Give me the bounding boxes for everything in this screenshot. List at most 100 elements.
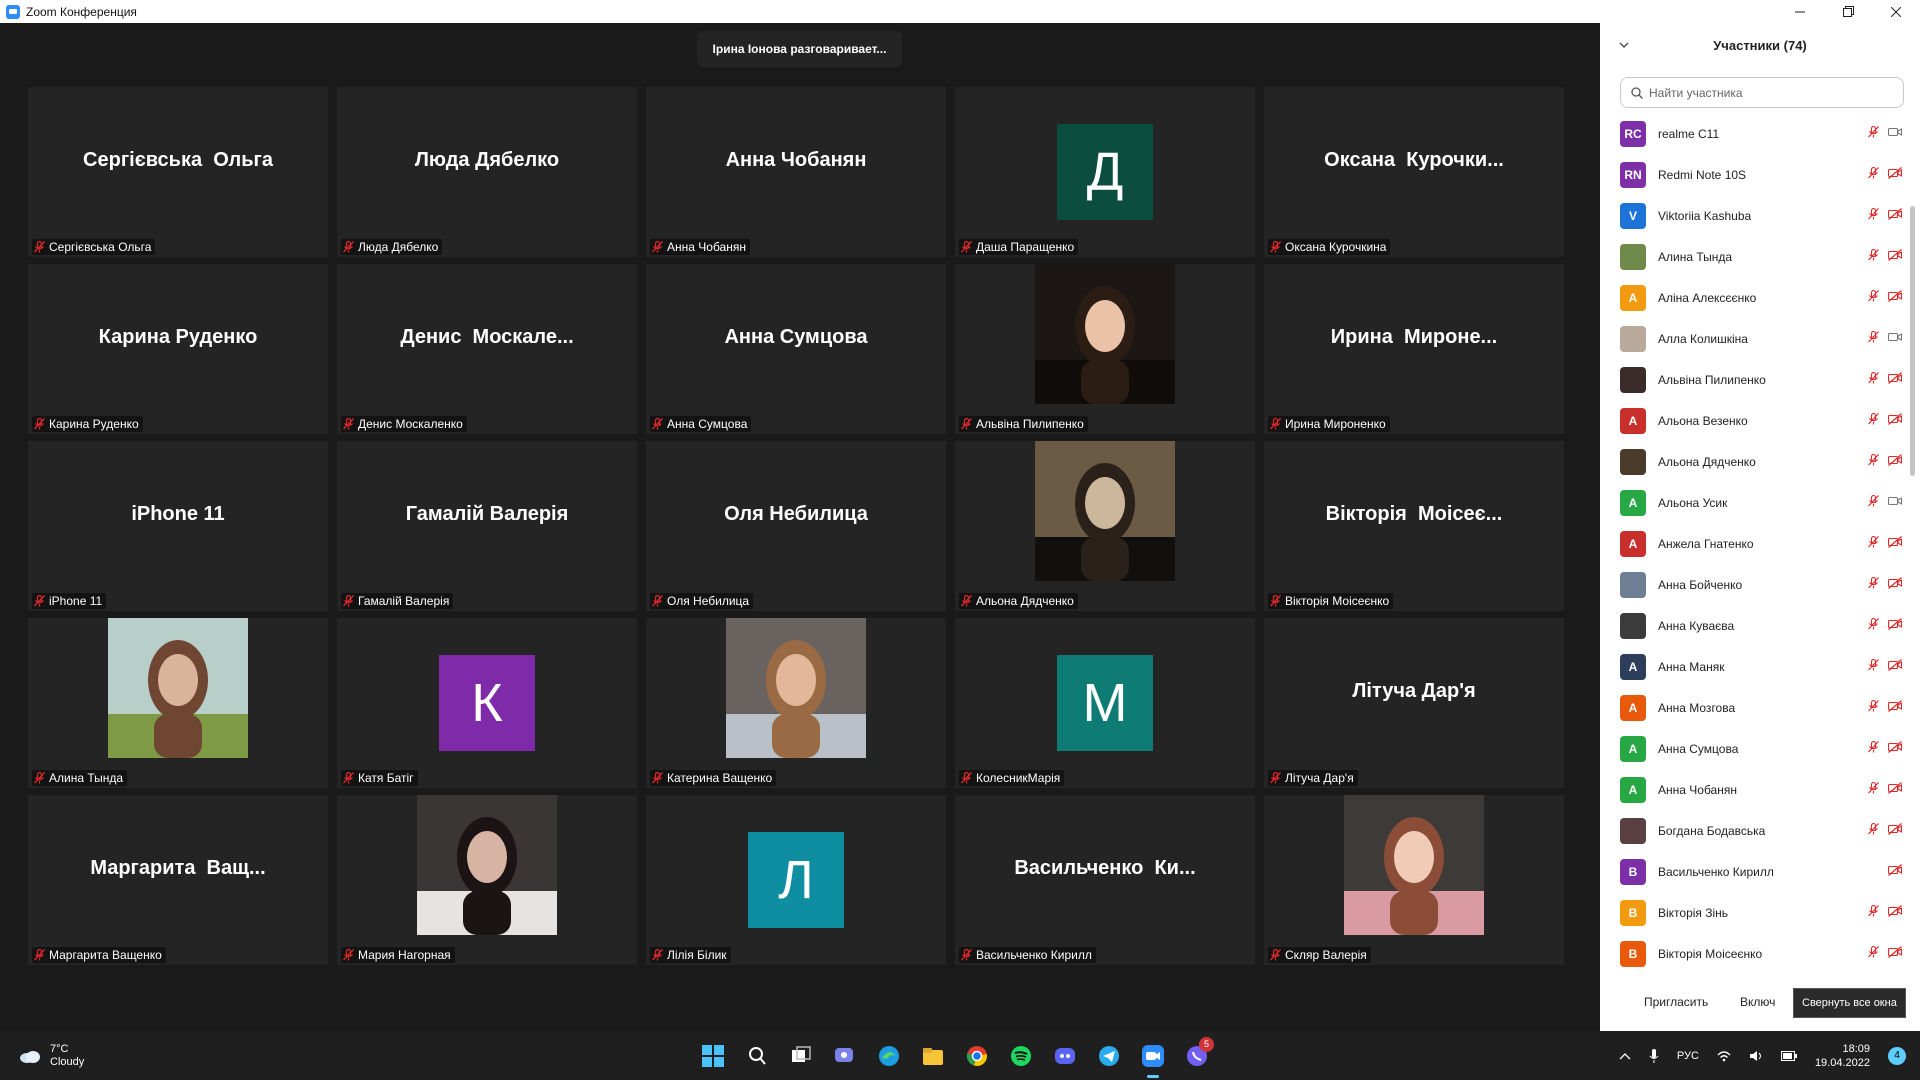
participant-row[interactable]: А Альона Усик xyxy=(1600,482,1910,523)
video-tile[interactable]: Скляр Валерія xyxy=(1264,795,1564,965)
video-tile[interactable]: Д Даша Паращенко xyxy=(955,87,1255,257)
weather-widget[interactable]: 7°C Cloudy xyxy=(18,1043,84,1069)
video-tile[interactable]: Денис Москале... Денис Москаленко xyxy=(337,264,637,434)
mic-muted-icon[interactable] xyxy=(1868,208,1879,220)
video-off-icon[interactable] xyxy=(1888,454,1902,466)
video-off-icon[interactable] xyxy=(1888,823,1902,835)
participant-row[interactable]: А Анжела Гнатенко xyxy=(1600,523,1910,564)
microphone-icon[interactable] xyxy=(1649,1048,1659,1063)
participant-search[interactable] xyxy=(1620,77,1904,108)
mic-muted-icon[interactable] xyxy=(1868,782,1879,794)
participant-row[interactable]: RC realme C11 xyxy=(1600,113,1910,154)
video-tile[interactable]: Катерина Ващенко xyxy=(646,618,946,788)
spotify-icon[interactable] xyxy=(1006,1041,1036,1071)
wifi-icon[interactable] xyxy=(1717,1050,1731,1062)
mic-muted-icon[interactable] xyxy=(1868,946,1879,958)
video-tile[interactable]: Л Лілія Білик xyxy=(646,795,946,965)
restore-button[interactable] xyxy=(1824,0,1872,23)
video-tile[interactable]: Гамалій Валерія Гамалій Валерія xyxy=(337,441,637,611)
participant-row[interactable]: Анна Бойченко xyxy=(1600,564,1910,605)
video-tile[interactable]: М КолесникМарія xyxy=(955,618,1255,788)
file-explorer-icon[interactable] xyxy=(918,1041,948,1071)
video-off-icon[interactable] xyxy=(1888,536,1902,548)
participant-row[interactable]: Алла Колишкіна xyxy=(1600,318,1910,359)
video-off-icon[interactable] xyxy=(1888,208,1902,220)
video-tile[interactable]: Анна Сумцова Анна Сумцова xyxy=(646,264,946,434)
participant-row[interactable]: А Анна Маняк xyxy=(1600,646,1910,687)
video-tile[interactable]: Оксана Курочки... Оксана Курочкина xyxy=(1264,87,1564,257)
mic-muted-icon[interactable] xyxy=(1868,577,1879,589)
mic-muted-icon[interactable] xyxy=(1868,167,1879,179)
video-off-icon[interactable] xyxy=(1888,167,1902,179)
video-tile[interactable]: Сергієвська Ольга Сергієвська Ольга xyxy=(28,87,328,257)
teams-chat-icon[interactable] xyxy=(830,1041,860,1071)
video-tile[interactable]: Літуча Дар'я Літуча Дар'я xyxy=(1264,618,1564,788)
mic-muted-icon[interactable] xyxy=(1868,495,1879,507)
video-tile[interactable]: Анна Чобанян Анна Чобанян xyxy=(646,87,946,257)
mic-muted-icon[interactable] xyxy=(1868,454,1879,466)
video-tile[interactable]: Мария Нагорная xyxy=(337,795,637,965)
minimize-button[interactable] xyxy=(1776,0,1824,23)
mic-muted-icon[interactable] xyxy=(1868,823,1879,835)
video-tile[interactable]: Оля Небилица Оля Небилица xyxy=(646,441,946,611)
mic-muted-icon[interactable] xyxy=(1868,618,1879,630)
participant-row[interactable]: В Васильченко Кирилл xyxy=(1600,851,1910,892)
mic-muted-icon[interactable] xyxy=(1868,905,1879,917)
search-input[interactable] xyxy=(1649,85,1889,100)
video-tile[interactable]: Карина Руденко Карина Руденко xyxy=(28,264,328,434)
zoom-icon[interactable] xyxy=(1138,1041,1168,1078)
video-off-icon[interactable] xyxy=(1888,659,1902,671)
video-off-icon[interactable] xyxy=(1888,290,1902,302)
participant-row[interactable]: А Аліна Алексєєнко xyxy=(1600,277,1910,318)
video-off-icon[interactable] xyxy=(1888,864,1902,876)
video-off-icon[interactable] xyxy=(1888,372,1902,384)
video-off-icon[interactable] xyxy=(1888,700,1902,712)
close-button[interactable] xyxy=(1872,0,1920,23)
clock[interactable]: 18:09 19.04.2022 xyxy=(1815,1042,1870,1070)
video-tile[interactable]: Маргарита Ващ... Маргарита Ващенко xyxy=(28,795,328,965)
search-icon[interactable] xyxy=(742,1041,772,1071)
participant-row[interactable]: Алина Тында xyxy=(1600,236,1910,277)
invite-button[interactable]: Пригласить xyxy=(1644,995,1708,1009)
video-off-icon[interactable] xyxy=(1888,946,1902,958)
task-view-icon[interactable] xyxy=(786,1041,816,1071)
video-off-icon[interactable] xyxy=(1888,577,1902,589)
input-language[interactable]: РУС xyxy=(1677,1050,1699,1062)
video-tile[interactable]: Алина Тында xyxy=(28,618,328,788)
mic-muted-icon[interactable] xyxy=(1868,290,1879,302)
participant-row[interactable]: Альона Дядченко xyxy=(1600,441,1910,482)
video-off-icon[interactable] xyxy=(1888,413,1902,425)
video-on-icon[interactable] xyxy=(1888,126,1902,138)
telegram-icon[interactable] xyxy=(1094,1041,1124,1071)
participant-row[interactable]: Богдана Бодавська xyxy=(1600,810,1910,851)
windows-start-icon[interactable] xyxy=(698,1041,728,1071)
participant-row[interactable]: Альвіна Пилипенко xyxy=(1600,359,1910,400)
participant-row[interactable]: RN Redmi Note 10S xyxy=(1600,154,1910,195)
discord-icon[interactable] xyxy=(1050,1041,1080,1071)
participant-list-scrollbar[interactable] xyxy=(1910,206,1915,476)
chevron-down-icon[interactable] xyxy=(1618,39,1630,51)
notification-count[interactable]: 4 xyxy=(1888,1046,1906,1065)
video-tile[interactable]: Альона Дядченко xyxy=(955,441,1255,611)
video-tile[interactable]: iPhone 11 iPhone 11 xyxy=(28,441,328,611)
mic-muted-icon[interactable] xyxy=(1868,659,1879,671)
mic-muted-icon[interactable] xyxy=(1868,536,1879,548)
chrome-icon[interactable] xyxy=(962,1041,992,1071)
video-off-icon[interactable] xyxy=(1888,905,1902,917)
participant-row[interactable]: А Анна Чобанян xyxy=(1600,769,1910,810)
mic-muted-icon[interactable] xyxy=(1868,331,1879,343)
participant-row[interactable]: V Viktoriia Kashuba xyxy=(1600,195,1910,236)
participant-row[interactable]: А Анна Мозгова xyxy=(1600,687,1910,728)
video-off-icon[interactable] xyxy=(1888,618,1902,630)
mic-muted-icon[interactable] xyxy=(1868,700,1879,712)
battery-icon[interactable] xyxy=(1780,1050,1797,1061)
mic-muted-icon[interactable] xyxy=(1868,126,1879,138)
video-on-icon[interactable] xyxy=(1888,495,1902,507)
mic-muted-icon[interactable] xyxy=(1868,249,1879,261)
video-tile[interactable]: Люда Дябелко Люда Дябелко xyxy=(337,87,637,257)
speaker-icon[interactable] xyxy=(1749,1050,1763,1062)
video-tile[interactable]: К Катя Батіг xyxy=(337,618,637,788)
mic-muted-icon[interactable] xyxy=(1868,741,1879,753)
unmute-all-button[interactable]: Включ xyxy=(1740,995,1775,1009)
chevron-up-icon[interactable] xyxy=(1619,1052,1631,1060)
